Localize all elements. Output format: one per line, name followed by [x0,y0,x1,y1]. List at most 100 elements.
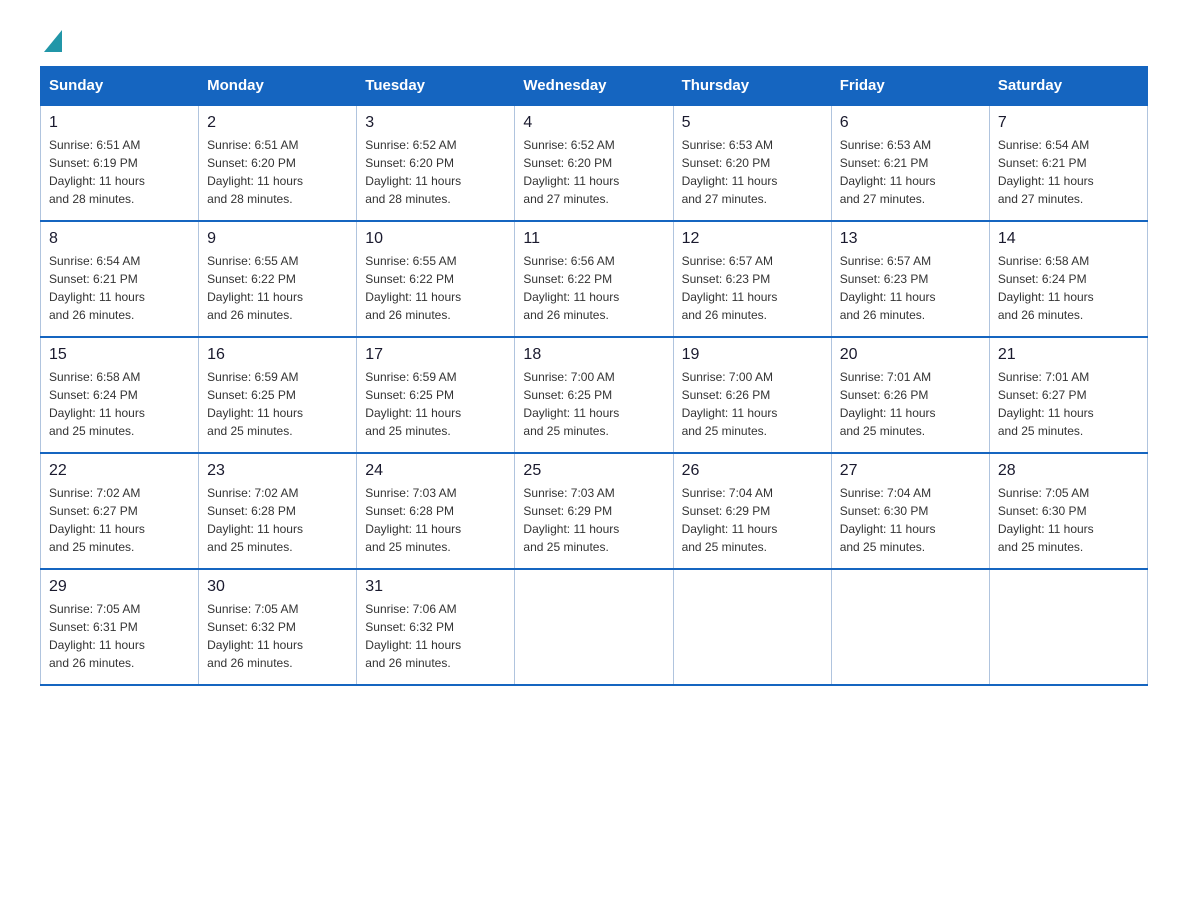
calendar-week-3: 15 Sunrise: 6:58 AM Sunset: 6:24 PM Dayl… [41,337,1148,453]
day-info: Sunrise: 6:58 AM Sunset: 6:24 PM Dayligh… [49,368,190,440]
calendar-cell: 17 Sunrise: 6:59 AM Sunset: 6:25 PM Dayl… [357,337,515,453]
calendar-header: SundayMondayTuesdayWednesdayThursdayFrid… [41,67,1148,106]
calendar-cell: 13 Sunrise: 6:57 AM Sunset: 6:23 PM Dayl… [831,221,989,337]
day-number: 12 [682,230,823,248]
day-number: 1 [49,114,190,132]
calendar-week-2: 8 Sunrise: 6:54 AM Sunset: 6:21 PM Dayli… [41,221,1148,337]
calendar-week-5: 29 Sunrise: 7:05 AM Sunset: 6:31 PM Dayl… [41,569,1148,685]
day-info: Sunrise: 7:02 AM Sunset: 6:27 PM Dayligh… [49,484,190,556]
day-number: 13 [840,230,981,248]
header-day-friday: Friday [831,67,989,106]
day-number: 15 [49,346,190,364]
day-number: 18 [523,346,664,364]
logo [40,30,62,46]
day-number: 24 [365,462,506,480]
calendar-cell: 2 Sunrise: 6:51 AM Sunset: 6:20 PM Dayli… [199,105,357,221]
day-number: 3 [365,114,506,132]
calendar-cell: 7 Sunrise: 6:54 AM Sunset: 6:21 PM Dayli… [989,105,1147,221]
day-number: 31 [365,578,506,596]
calendar-cell: 9 Sunrise: 6:55 AM Sunset: 6:22 PM Dayli… [199,221,357,337]
header-day-wednesday: Wednesday [515,67,673,106]
day-info: Sunrise: 6:53 AM Sunset: 6:20 PM Dayligh… [682,136,823,208]
day-info: Sunrise: 6:52 AM Sunset: 6:20 PM Dayligh… [523,136,664,208]
day-info: Sunrise: 6:55 AM Sunset: 6:22 PM Dayligh… [207,252,348,324]
calendar-week-1: 1 Sunrise: 6:51 AM Sunset: 6:19 PM Dayli… [41,105,1148,221]
calendar-cell: 15 Sunrise: 6:58 AM Sunset: 6:24 PM Dayl… [41,337,199,453]
calendar-cell: 29 Sunrise: 7:05 AM Sunset: 6:31 PM Dayl… [41,569,199,685]
logo-top [40,30,62,54]
day-number: 22 [49,462,190,480]
day-number: 4 [523,114,664,132]
calendar-cell: 14 Sunrise: 6:58 AM Sunset: 6:24 PM Dayl… [989,221,1147,337]
day-number: 23 [207,462,348,480]
day-info: Sunrise: 7:03 AM Sunset: 6:29 PM Dayligh… [523,484,664,556]
day-number: 11 [523,230,664,248]
day-number: 5 [682,114,823,132]
calendar-cell: 12 Sunrise: 6:57 AM Sunset: 6:23 PM Dayl… [673,221,831,337]
day-info: Sunrise: 6:51 AM Sunset: 6:19 PM Dayligh… [49,136,190,208]
day-number: 29 [49,578,190,596]
calendar-body: 1 Sunrise: 6:51 AM Sunset: 6:19 PM Dayli… [41,105,1148,685]
day-info: Sunrise: 7:04 AM Sunset: 6:30 PM Dayligh… [840,484,981,556]
calendar-cell: 25 Sunrise: 7:03 AM Sunset: 6:29 PM Dayl… [515,453,673,569]
day-number: 17 [365,346,506,364]
day-number: 19 [682,346,823,364]
day-info: Sunrise: 7:05 AM Sunset: 6:30 PM Dayligh… [998,484,1139,556]
day-info: Sunrise: 6:57 AM Sunset: 6:23 PM Dayligh… [840,252,981,324]
day-number: 16 [207,346,348,364]
day-number: 8 [49,230,190,248]
day-info: Sunrise: 6:55 AM Sunset: 6:22 PM Dayligh… [365,252,506,324]
day-info: Sunrise: 7:05 AM Sunset: 6:31 PM Dayligh… [49,600,190,672]
calendar-cell: 6 Sunrise: 6:53 AM Sunset: 6:21 PM Dayli… [831,105,989,221]
header-day-saturday: Saturday [989,67,1147,106]
page-header [40,30,1148,46]
calendar-week-4: 22 Sunrise: 7:02 AM Sunset: 6:27 PM Dayl… [41,453,1148,569]
day-info: Sunrise: 6:53 AM Sunset: 6:21 PM Dayligh… [840,136,981,208]
calendar-cell: 10 Sunrise: 6:55 AM Sunset: 6:22 PM Dayl… [357,221,515,337]
header-day-monday: Monday [199,67,357,106]
day-info: Sunrise: 7:05 AM Sunset: 6:32 PM Dayligh… [207,600,348,672]
calendar-cell: 28 Sunrise: 7:05 AM Sunset: 6:30 PM Dayl… [989,453,1147,569]
calendar-cell: 24 Sunrise: 7:03 AM Sunset: 6:28 PM Dayl… [357,453,515,569]
day-info: Sunrise: 7:00 AM Sunset: 6:25 PM Dayligh… [523,368,664,440]
calendar-cell: 21 Sunrise: 7:01 AM Sunset: 6:27 PM Dayl… [989,337,1147,453]
calendar-cell: 3 Sunrise: 6:52 AM Sunset: 6:20 PM Dayli… [357,105,515,221]
day-number: 27 [840,462,981,480]
header-row: SundayMondayTuesdayWednesdayThursdayFrid… [41,67,1148,106]
day-info: Sunrise: 7:00 AM Sunset: 6:26 PM Dayligh… [682,368,823,440]
day-info: Sunrise: 6:54 AM Sunset: 6:21 PM Dayligh… [998,136,1139,208]
calendar-cell: 11 Sunrise: 6:56 AM Sunset: 6:22 PM Dayl… [515,221,673,337]
calendar-cell: 30 Sunrise: 7:05 AM Sunset: 6:32 PM Dayl… [199,569,357,685]
day-number: 25 [523,462,664,480]
day-number: 7 [998,114,1139,132]
day-info: Sunrise: 7:04 AM Sunset: 6:29 PM Dayligh… [682,484,823,556]
day-info: Sunrise: 7:03 AM Sunset: 6:28 PM Dayligh… [365,484,506,556]
day-info: Sunrise: 7:01 AM Sunset: 6:26 PM Dayligh… [840,368,981,440]
calendar-cell: 26 Sunrise: 7:04 AM Sunset: 6:29 PM Dayl… [673,453,831,569]
calendar-cell: 19 Sunrise: 7:00 AM Sunset: 6:26 PM Dayl… [673,337,831,453]
day-number: 10 [365,230,506,248]
calendar-cell: 8 Sunrise: 6:54 AM Sunset: 6:21 PM Dayli… [41,221,199,337]
calendar-cell [989,569,1147,685]
day-number: 2 [207,114,348,132]
calendar-table: SundayMondayTuesdayWednesdayThursdayFrid… [40,66,1148,686]
day-info: Sunrise: 7:01 AM Sunset: 6:27 PM Dayligh… [998,368,1139,440]
day-number: 9 [207,230,348,248]
day-number: 21 [998,346,1139,364]
day-info: Sunrise: 6:54 AM Sunset: 6:21 PM Dayligh… [49,252,190,324]
day-number: 30 [207,578,348,596]
calendar-cell: 27 Sunrise: 7:04 AM Sunset: 6:30 PM Dayl… [831,453,989,569]
header-day-sunday: Sunday [41,67,199,106]
day-info: Sunrise: 6:58 AM Sunset: 6:24 PM Dayligh… [998,252,1139,324]
calendar-cell: 22 Sunrise: 7:02 AM Sunset: 6:27 PM Dayl… [41,453,199,569]
logo-triangle-icon [44,30,62,52]
day-info: Sunrise: 6:51 AM Sunset: 6:20 PM Dayligh… [207,136,348,208]
header-day-tuesday: Tuesday [357,67,515,106]
calendar-cell: 31 Sunrise: 7:06 AM Sunset: 6:32 PM Dayl… [357,569,515,685]
day-info: Sunrise: 6:57 AM Sunset: 6:23 PM Dayligh… [682,252,823,324]
calendar-cell: 1 Sunrise: 6:51 AM Sunset: 6:19 PM Dayli… [41,105,199,221]
calendar-cell: 5 Sunrise: 6:53 AM Sunset: 6:20 PM Dayli… [673,105,831,221]
day-info: Sunrise: 6:59 AM Sunset: 6:25 PM Dayligh… [207,368,348,440]
calendar-cell [515,569,673,685]
day-number: 6 [840,114,981,132]
